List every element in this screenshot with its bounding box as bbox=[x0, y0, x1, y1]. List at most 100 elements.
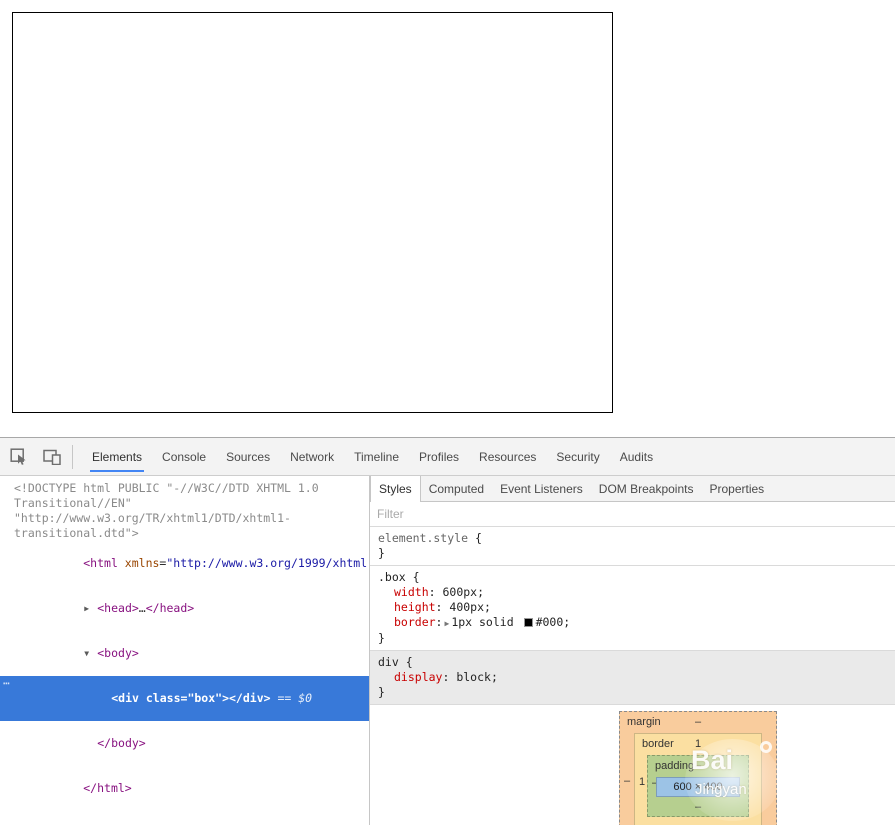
rule-close-line: } bbox=[378, 685, 887, 700]
border-label: border bbox=[642, 734, 674, 755]
toggle-device-toolbar-icon[interactable] bbox=[38, 444, 66, 470]
css-property-border[interactable]: border:▶1px solid #000; bbox=[378, 615, 887, 631]
rule-box-class: .box { width: 600px; height: 400px; bord… bbox=[370, 566, 895, 651]
border-top-value[interactable]: 1 bbox=[695, 738, 701, 750]
html-tag-token: <html bbox=[83, 556, 125, 570]
separator-token: : bbox=[429, 585, 443, 599]
tab-console[interactable]: Console bbox=[152, 438, 216, 475]
margin-top-row: margin – bbox=[620, 712, 776, 733]
tab-computed[interactable]: Computed bbox=[421, 476, 492, 501]
css-property-height[interactable]: height: 400px; bbox=[378, 600, 887, 615]
colon-token: : bbox=[436, 615, 443, 629]
css-property-display[interactable]: display: block; bbox=[378, 670, 887, 685]
css-property-width[interactable]: width: 600px; bbox=[378, 585, 887, 600]
tab-resources[interactable]: Resources bbox=[469, 438, 546, 475]
screenshot-root: Elements Console Sources Network Timelin… bbox=[0, 0, 895, 825]
div-open-tag: <div bbox=[111, 691, 146, 705]
expand-arrow-icon[interactable]: ▶ bbox=[84, 601, 97, 616]
tab-profiles[interactable]: Profiles bbox=[409, 438, 469, 475]
brace-token: { bbox=[406, 570, 420, 584]
box-model-diagram: margin – – border 1 1 padding bbox=[619, 711, 777, 825]
rule-close-line: } bbox=[378, 631, 887, 646]
property-name: height bbox=[394, 600, 436, 614]
padding-bottom-value[interactable]: – bbox=[695, 801, 701, 813]
body-close-node[interactable]: </body> bbox=[0, 721, 369, 766]
css-rules-list: element.style { } .box { width: 600px; h… bbox=[370, 527, 895, 705]
padding-box: padding – – 600 × 400 – bbox=[647, 755, 749, 817]
tab-network[interactable]: Network bbox=[280, 438, 344, 475]
tab-elements[interactable]: Elements bbox=[82, 438, 152, 475]
styles-filter-row bbox=[370, 502, 895, 527]
head-close-tag: </head> bbox=[146, 601, 194, 615]
inspect-element-icon[interactable] bbox=[5, 444, 33, 470]
selector-text: element.style bbox=[378, 531, 468, 545]
tab-properties[interactable]: Properties bbox=[701, 476, 772, 501]
xmlns-attr-name: xmlns bbox=[125, 556, 160, 570]
separator-token: : bbox=[442, 670, 456, 684]
more-actions-icon[interactable]: ⋯ bbox=[3, 676, 11, 691]
tab-dom-breakpoints[interactable]: DOM Breakpoints bbox=[591, 476, 702, 501]
styles-filter-input[interactable] bbox=[377, 507, 888, 521]
brace-token: { bbox=[468, 531, 482, 545]
separator-token: : bbox=[436, 600, 450, 614]
padding-label: padding bbox=[655, 756, 694, 777]
tab-styles[interactable]: Styles bbox=[370, 476, 421, 502]
collapse-arrow-icon[interactable]: ▼ bbox=[84, 646, 97, 661]
doctype-line[interactable]: <!DOCTYPE html PUBLIC "-//W3C//DTD XHTML… bbox=[0, 481, 369, 496]
class-attr-name: class bbox=[146, 691, 181, 705]
rule-selector-line[interactable]: div { bbox=[378, 655, 887, 670]
tab-security[interactable]: Security bbox=[546, 438, 609, 475]
body-open-tag: <body> bbox=[97, 646, 139, 660]
devtools-main-tabs: Elements Console Sources Network Timelin… bbox=[82, 438, 663, 475]
console-reference-annotation: == $0 bbox=[271, 691, 313, 705]
property-name: width bbox=[394, 585, 429, 599]
property-name: display bbox=[394, 670, 442, 684]
rule-selector-line[interactable]: .box { bbox=[378, 570, 887, 585]
color-hex-value: #000; bbox=[536, 615, 571, 629]
property-name: border bbox=[394, 615, 436, 629]
tab-timeline[interactable]: Timeline bbox=[344, 438, 409, 475]
property-value: 400px; bbox=[449, 600, 491, 614]
margin-left-value[interactable]: – bbox=[624, 775, 630, 787]
doctype-line[interactable]: transitional.dtd"> bbox=[0, 526, 369, 541]
selector-text: div bbox=[378, 655, 399, 669]
brace-token: { bbox=[399, 655, 413, 669]
property-value: block; bbox=[456, 670, 498, 684]
padding-top-value[interactable]: – bbox=[695, 760, 701, 772]
border-box: border 1 1 padding – – 600 × 400 bbox=[634, 733, 762, 825]
rule-close-line: } bbox=[378, 546, 887, 561]
head-open-tag: <head> bbox=[97, 601, 139, 615]
body-open-node[interactable]: ▼<body> bbox=[0, 631, 369, 676]
xmlns-attr-value: "http://www.w3.org/1999/xhtml" bbox=[166, 556, 370, 570]
devtools-body: <!DOCTYPE html PUBLIC "-//W3C//DTD XHTML… bbox=[0, 476, 895, 825]
border-left-value[interactable]: 1 bbox=[639, 776, 645, 788]
expand-shorthand-icon[interactable]: ▶ bbox=[444, 619, 449, 628]
color-swatch-icon[interactable] bbox=[524, 618, 533, 627]
tab-audits[interactable]: Audits bbox=[610, 438, 663, 475]
rule-element-style: element.style { } bbox=[370, 527, 895, 566]
head-node[interactable]: ▶<head>…</head> bbox=[0, 586, 369, 631]
devtools-panel: Elements Console Sources Network Timelin… bbox=[0, 437, 895, 825]
page-viewport bbox=[0, 0, 895, 437]
devtools-toolbar: Elements Console Sources Network Timelin… bbox=[0, 438, 895, 476]
selected-div-node[interactable]: ⋯<div class="box"></div> == $0 bbox=[0, 676, 369, 721]
rule-selector-line[interactable]: element.style { bbox=[378, 531, 887, 546]
property-value: 1px solid bbox=[451, 615, 520, 629]
html-close-tag: </html> bbox=[83, 781, 131, 795]
rule-div-user-agent: div { display: block; } bbox=[370, 651, 895, 705]
bracket-token: > bbox=[222, 691, 229, 705]
padding-top-row: padding – bbox=[648, 756, 748, 777]
property-value: 600px; bbox=[442, 585, 484, 599]
body-close-tag: </body> bbox=[97, 736, 145, 750]
collapsed-content-dots: … bbox=[139, 601, 146, 615]
sidebar-tabs: Styles Computed Event Listeners DOM Brea… bbox=[370, 476, 895, 502]
padding-bottom-row: – bbox=[648, 797, 748, 818]
doctype-line[interactable]: "http://www.w3.org/TR/xhtml1/DTD/xhtml1- bbox=[0, 511, 369, 526]
margin-top-value[interactable]: – bbox=[695, 716, 701, 728]
html-close-node[interactable]: </html> bbox=[0, 766, 369, 811]
doctype-line[interactable]: Transitional//EN" bbox=[0, 496, 369, 511]
tab-event-listeners[interactable]: Event Listeners bbox=[492, 476, 591, 501]
html-open-node[interactable]: <html xmlns="http://www.w3.org/1999/xhtm… bbox=[0, 541, 369, 586]
margin-label: margin bbox=[627, 712, 661, 733]
tab-sources[interactable]: Sources bbox=[216, 438, 280, 475]
